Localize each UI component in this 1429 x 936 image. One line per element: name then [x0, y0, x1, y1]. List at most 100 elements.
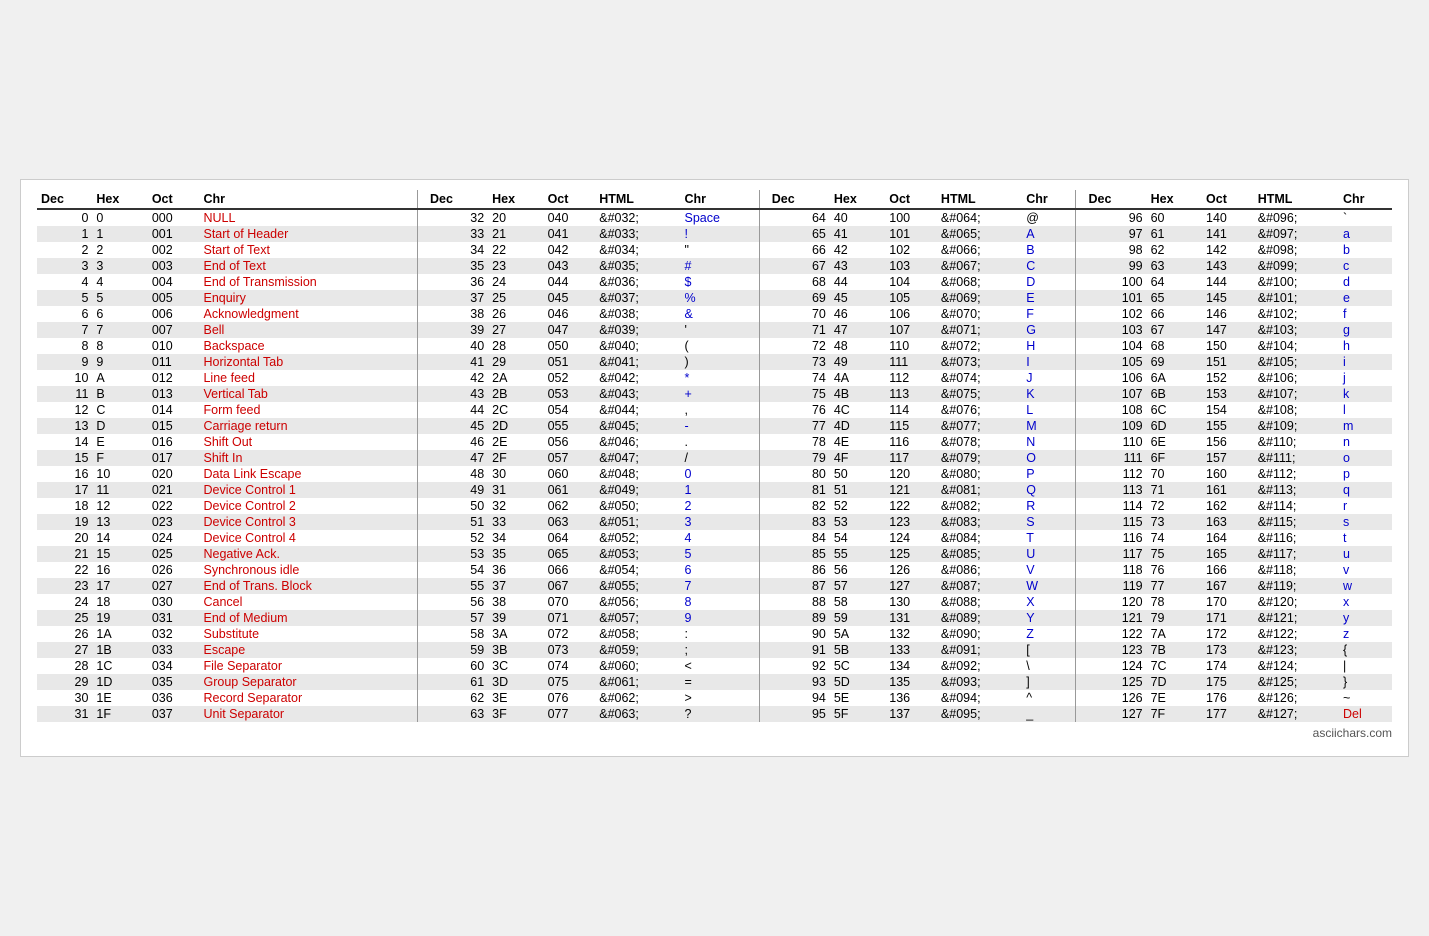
table-cell: f	[1339, 306, 1392, 322]
table-cell: v	[1339, 562, 1392, 578]
table-row: 11B013Vertical Tab432B053&#043;+754B113&…	[37, 386, 1392, 402]
table-cell: &#127;	[1254, 706, 1339, 722]
table-cell: !	[681, 226, 760, 242]
table-cell: 034	[148, 658, 200, 674]
col-dec1: Dec	[37, 190, 92, 209]
table-cell: 46	[418, 434, 489, 450]
table-cell: s	[1339, 514, 1392, 530]
table-cell: 100	[1076, 274, 1147, 290]
table-cell: &#111;	[1254, 450, 1339, 466]
table-cell: 060	[544, 466, 596, 482]
table-row: 271B033Escape593B073&#059;;915B133&#091;…	[37, 642, 1392, 658]
col-html4: HTML	[1254, 190, 1339, 209]
table-cell: 3D	[488, 674, 543, 690]
table-cell: 78	[1147, 594, 1202, 610]
table-cell: 4D	[830, 418, 885, 434]
table-cell: 32	[488, 498, 543, 514]
table-cell: 49	[830, 354, 885, 370]
table-cell: 64	[1147, 274, 1202, 290]
table-cell: &#070;	[937, 306, 1022, 322]
table-cell: 114	[885, 402, 937, 418]
col-hex2: Hex	[488, 190, 543, 209]
table-cell: &#118;	[1254, 562, 1339, 578]
table-cell: &#054;	[595, 562, 680, 578]
table-cell: &#055;	[595, 578, 680, 594]
table-cell: 172	[1202, 626, 1254, 642]
table-cell: &#106;	[1254, 370, 1339, 386]
table-row: 14E016Shift Out462E056&#046;.784E116&#07…	[37, 434, 1392, 450]
table-cell: &#100;	[1254, 274, 1339, 290]
table-cell: &#065;	[937, 226, 1022, 242]
table-cell: 40	[418, 338, 489, 354]
table-cell: Negative Ack.	[199, 546, 417, 562]
table-cell: 76	[759, 402, 830, 418]
table-cell: 1D	[92, 674, 147, 690]
table-cell: 42	[830, 242, 885, 258]
table-cell: 161	[1202, 482, 1254, 498]
table-cell: File Separator	[199, 658, 417, 674]
table-cell: Acknowledgment	[199, 306, 417, 322]
table-cell: 47	[830, 322, 885, 338]
table-cell: 17	[37, 482, 92, 498]
table-cell: 67	[759, 258, 830, 274]
table-cell: 41	[418, 354, 489, 370]
table-cell: 21	[488, 226, 543, 242]
table-cell: &#067;	[937, 258, 1022, 274]
table-cell: 6B	[1147, 386, 1202, 402]
table-cell: 13	[37, 418, 92, 434]
table-row: 15F017Shift In472F057&#047;/794F117&#079…	[37, 450, 1392, 466]
col-dec4: Dec	[1076, 190, 1147, 209]
table-cell: 78	[759, 434, 830, 450]
table-cell: 101	[885, 226, 937, 242]
table-cell: 7	[681, 578, 760, 594]
table-cell: &#069;	[937, 290, 1022, 306]
table-cell: 142	[1202, 242, 1254, 258]
table-cell: ~	[1339, 690, 1392, 706]
table-cell: 46	[830, 306, 885, 322]
table-cell: &#115;	[1254, 514, 1339, 530]
table-cell: 041	[544, 226, 596, 242]
table-cell: 032	[148, 626, 200, 642]
table-cell: w	[1339, 578, 1392, 594]
table-cell: 4C	[830, 402, 885, 418]
table-cell: Y	[1022, 610, 1076, 626]
table-cell: 4	[92, 274, 147, 290]
table-cell: 9	[92, 354, 147, 370]
table-cell: &	[681, 306, 760, 322]
table-cell: 3F	[488, 706, 543, 722]
table-cell: 7	[92, 322, 147, 338]
table-row: 2014024Device Control 45234064&#052;4845…	[37, 530, 1392, 546]
table-cell: 111	[885, 354, 937, 370]
table-cell: <	[681, 658, 760, 674]
col-dec3: Dec	[759, 190, 830, 209]
table-cell: B	[1022, 242, 1076, 258]
table-cell: 73	[1147, 514, 1202, 530]
table-cell: 22	[37, 562, 92, 578]
table-cell: End of Transmission	[199, 274, 417, 290]
table-cell: 147	[1202, 322, 1254, 338]
table-cell: o	[1339, 450, 1392, 466]
col-oct2: Oct	[544, 190, 596, 209]
table-cell: 053	[544, 386, 596, 402]
table-cell: 23	[37, 578, 92, 594]
table-cell: )	[681, 354, 760, 370]
table-cell: 5	[92, 290, 147, 306]
table-cell: 44	[418, 402, 489, 418]
table-cell: 6	[681, 562, 760, 578]
table-cell: P	[1022, 466, 1076, 482]
table-cell: ?	[681, 706, 760, 722]
table-cell: 017	[148, 450, 200, 466]
table-cell: &#042;	[595, 370, 680, 386]
table-cell: &#124;	[1254, 658, 1339, 674]
table-cell: 70	[759, 306, 830, 322]
ascii-table: Dec Hex Oct Chr Dec Hex Oct HTML Chr Dec…	[37, 190, 1392, 722]
table-cell: &#083;	[937, 514, 1022, 530]
table-cell: 052	[544, 370, 596, 386]
table-cell: &#040;	[595, 338, 680, 354]
table-cell: 77	[759, 418, 830, 434]
table-cell: #	[681, 258, 760, 274]
table-cell: 10	[92, 466, 147, 482]
col-html2: HTML	[595, 190, 680, 209]
table-row: 2216026Synchronous idle5436066&#054;6865…	[37, 562, 1392, 578]
table-cell: 5E	[830, 690, 885, 706]
